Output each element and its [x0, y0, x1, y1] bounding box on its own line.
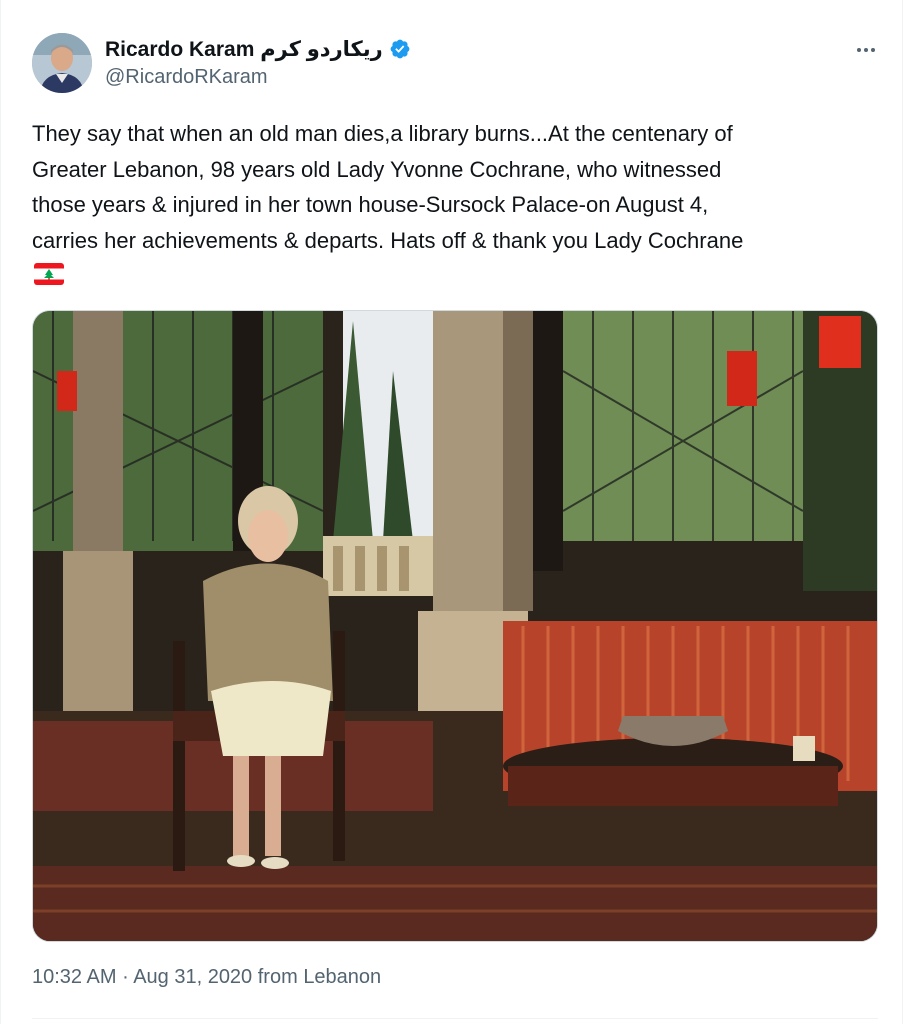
from-label: from — [252, 966, 304, 988]
meta-separator: · — [116, 966, 134, 988]
avatar[interactable] — [32, 33, 92, 93]
display-name[interactable]: Ricardo Karam ريكاردو كرم — [105, 37, 383, 62]
tweet-timestamp-link[interactable]: 10:32 AM · Aug 31, 2020 — [32, 966, 252, 988]
tweet-date: Aug 31, 2020 — [133, 966, 253, 988]
tweet-footer: 10:32 AM · Aug 31, 2020 from Lebanon — [32, 966, 381, 989]
author-handle[interactable]: @RicardoRKaram — [105, 66, 268, 89]
verified-badge-icon — [390, 39, 410, 59]
tweet-time: 10:32 AM — [32, 966, 117, 988]
avatar-photo — [32, 33, 92, 93]
divider — [32, 1018, 878, 1019]
more-options-icon[interactable] — [851, 36, 881, 64]
author-name-row: Ricardo Karam ريكاردو كرم — [105, 35, 411, 63]
photo-lady-cochrane-palace — [33, 311, 877, 941]
tweet-location: Lebanon — [303, 966, 382, 988]
tweet-card: Ricardo Karam ريكاردو كرم @RicardoRKaram… — [0, 0, 903, 1024]
tweet-photo[interactable] — [32, 310, 878, 942]
tweet-text: They say that when an old man dies,a lib… — [32, 121, 744, 253]
lebanon-flag-icon — [34, 263, 64, 285]
